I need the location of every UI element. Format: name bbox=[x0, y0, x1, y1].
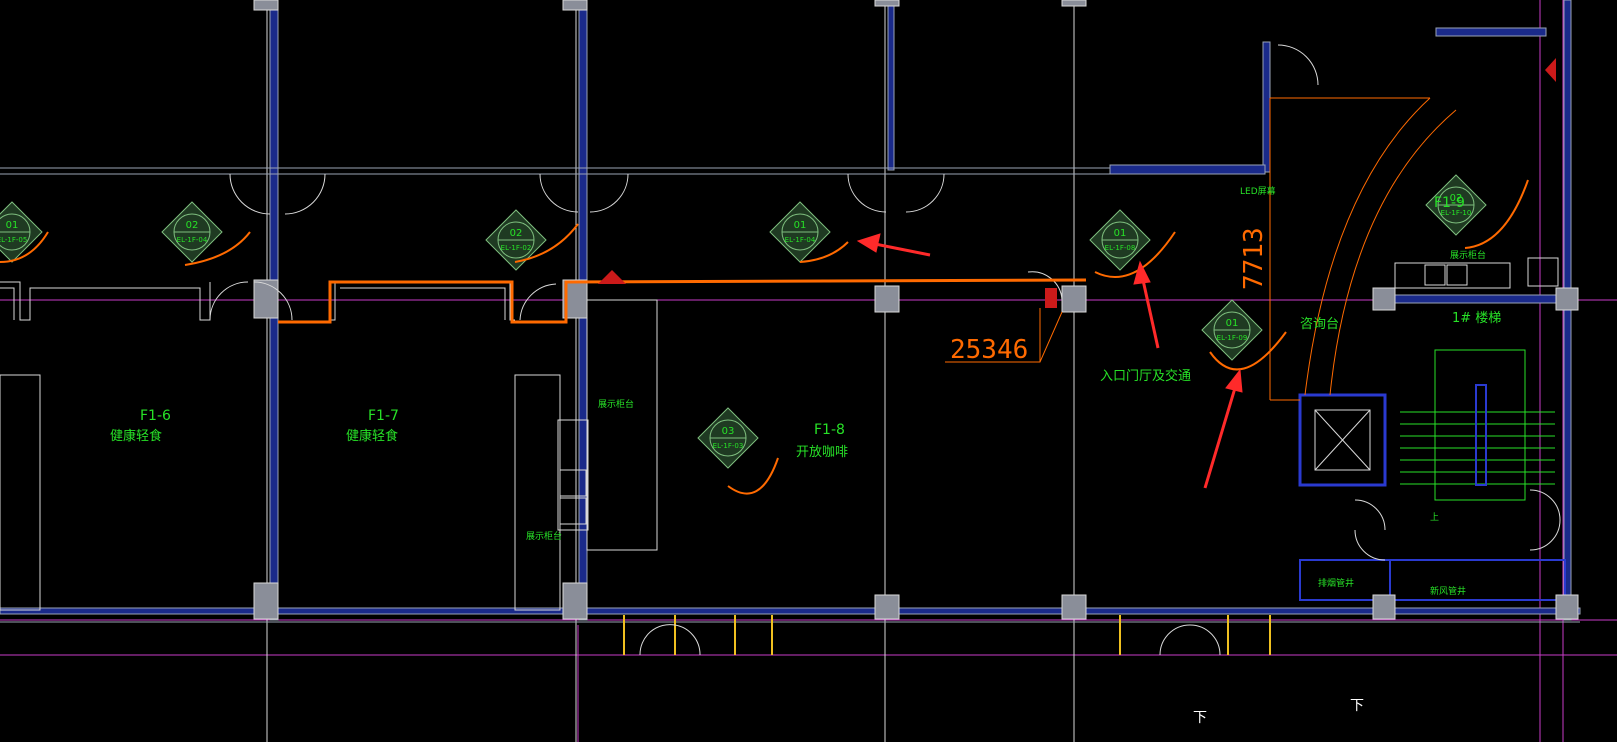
elevation-tag: 01 EL-1F-04 bbox=[769, 201, 831, 263]
elevation-tag: 01 EL-1F-09 bbox=[1201, 299, 1263, 361]
down-label-1: 下 bbox=[1193, 710, 1207, 726]
red-fixtures bbox=[598, 58, 1556, 308]
floor-plan-drawing: 01 EL-1F-05 02 EL-1F-04 02 EL-1F-02 01 EL-1F-04… bbox=[0, 0, 1617, 742]
elevation-tag-ref: EL-1F-02 bbox=[501, 244, 532, 252]
room-name-f1-6: 健康轻食 bbox=[110, 428, 162, 444]
orange-partition bbox=[278, 278, 1087, 324]
elevation-tag-ref: EL-1F-03 bbox=[713, 442, 744, 450]
counter-label-1: 展示柜台 bbox=[598, 398, 634, 410]
room-code-f1-8: F1-8 bbox=[814, 422, 845, 438]
cad-floor-plan-viewport[interactable]: 01 EL-1F-05 02 EL-1F-04 02 EL-1F-02 01 EL-1F-04… bbox=[0, 0, 1617, 742]
vent-label-2: 新风管井 bbox=[1430, 585, 1466, 597]
elevation-tag-number: 03 bbox=[722, 426, 735, 437]
elevation-tag: 01 EL-1F-08 bbox=[1089, 209, 1151, 271]
entrance-note-label: 入口门厅及交通 bbox=[1100, 368, 1191, 384]
up-label: 上 bbox=[1430, 512, 1439, 523]
grid-lines bbox=[266, 0, 1075, 742]
stair-treads bbox=[1400, 384, 1555, 486]
axis-lines bbox=[0, 0, 1617, 742]
elevation-tag-number: 02 bbox=[186, 220, 199, 231]
room-name-f1-8: 开放咖啡 bbox=[796, 445, 848, 460]
down-label-2: 下 bbox=[1350, 698, 1364, 714]
room-name-f1-7: 健康轻食 bbox=[346, 428, 398, 444]
counter-fixtures bbox=[0, 257, 1559, 611]
room-code-f1-9: F1-9 bbox=[1434, 195, 1465, 211]
elevation-tag-ref: EL-1F-04 bbox=[785, 236, 816, 244]
consult-desk-label: 咨询台 bbox=[1300, 317, 1339, 332]
elevation-tag: 02 EL-1F-04 bbox=[161, 201, 223, 263]
elevation-tag-number: 01 bbox=[1114, 228, 1127, 239]
dimension-7713: 7713 bbox=[1239, 227, 1269, 290]
elevation-tag-number: 01 bbox=[794, 220, 807, 231]
elevation-tag-ref: EL-1F-04 bbox=[177, 236, 208, 244]
elevation-tag: 03 EL-1F-03 bbox=[697, 407, 759, 469]
elevator bbox=[1314, 409, 1371, 471]
room-code-f1-6: F1-6 bbox=[140, 408, 171, 424]
storefront-doors bbox=[623, 615, 1271, 655]
walls bbox=[0, 0, 1581, 623]
top-counter-label: 展示柜台 bbox=[1450, 249, 1486, 261]
elevation-tag: 01 EL-1F-05 bbox=[0, 201, 43, 263]
elevation-tag-group: 01 EL-1F-05 02 EL-1F-04 02 EL-1F-02 01 EL-1F-04… bbox=[0, 174, 1487, 469]
counter-label-2: 展示柜台 bbox=[526, 530, 562, 542]
room-labels: F1-6 健康轻食 F1-7 健康轻食 F1-8 开放咖啡 F1-9 咨询台 1… bbox=[110, 185, 1501, 726]
elevation-tag-number: 01 bbox=[6, 220, 19, 231]
room-code-f1-7: F1-7 bbox=[368, 408, 399, 424]
elevation-tag-ref: EL-1F-08 bbox=[1105, 244, 1136, 252]
columns bbox=[253, 0, 1579, 620]
dimension-25346: 25346 bbox=[950, 335, 1028, 365]
stair-label: 1# 楼梯 bbox=[1452, 311, 1501, 326]
elevation-tag-ref: EL-1F-05 bbox=[0, 236, 27, 244]
storefront-door-arcs bbox=[639, 624, 1221, 656]
red-arrows bbox=[856, 233, 1243, 489]
elevation-tag-number: 01 bbox=[1226, 318, 1239, 329]
vent-label-1: 排烟管井 bbox=[1318, 577, 1354, 589]
elevation-tag-number: 02 bbox=[510, 228, 523, 239]
elevation-tag-ref: EL-1F-09 bbox=[1217, 334, 1248, 342]
led-label: LED屏幕 bbox=[1240, 185, 1276, 197]
